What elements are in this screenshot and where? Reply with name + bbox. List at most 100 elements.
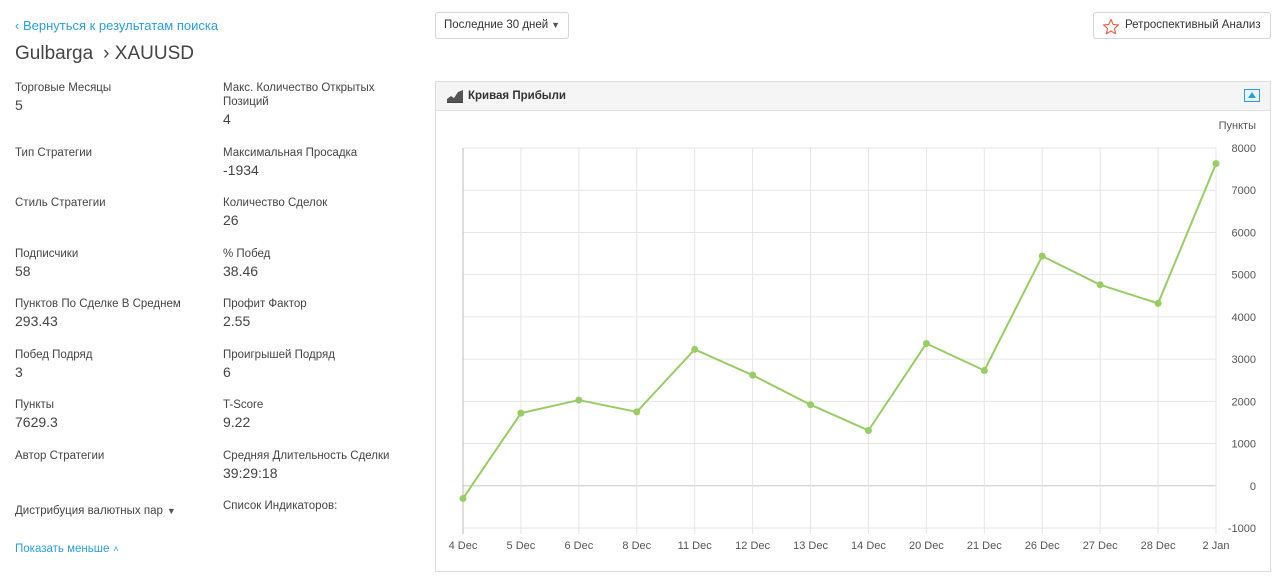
x-tick-label: 26 Dec xyxy=(1025,540,1060,552)
y-tick-label: 5000 xyxy=(1232,270,1256,282)
stat-value: 4 xyxy=(223,111,231,127)
stat-trading-months: Торговые Месяцы 5 xyxy=(15,81,195,113)
stat-label: Побед Подряд xyxy=(15,349,93,361)
y-tick-label: 3000 xyxy=(1232,354,1256,366)
profit-chart: 8000 7000 6000 5000 4000 3000 2000 1000 0 -1000 4 … xyxy=(449,120,1256,552)
stat-profit-factor: Профит Фактор 2.55 xyxy=(223,297,403,329)
show-less-label: Показать меньше xyxy=(15,543,110,555)
stat-value: -1934 xyxy=(223,162,259,178)
data-point xyxy=(633,408,641,416)
stat-label: Стиль Стратегии xyxy=(15,197,106,209)
y-tick-label: -1000 xyxy=(1228,523,1256,535)
x-tick-label: 21 Dec xyxy=(967,540,1002,552)
stat-value: 38.46 xyxy=(223,263,259,279)
provider-name[interactable]: Gulbarga xyxy=(15,43,93,64)
data-point xyxy=(1038,252,1046,260)
stat-label: % Побед xyxy=(223,248,271,260)
stat-avg-points-per-trade: Пунктов По Сделке В Среднем 293.43 xyxy=(15,297,195,329)
data-point xyxy=(749,371,757,379)
stat-label: Проигрышей Подряд xyxy=(223,349,335,361)
profit-curve-panel: Кривая Прибыли 8000 7000 6000 5000 4000 3000 2… xyxy=(435,81,1271,572)
x-tick-label: 20 Dec xyxy=(909,540,944,552)
stat-strategy-style: Стиль Стратегии xyxy=(15,196,195,212)
data-point xyxy=(980,367,988,375)
stat-label: Тип Стратегии xyxy=(15,147,93,159)
data-point xyxy=(864,426,872,434)
y-axis-label: Пункты xyxy=(1219,120,1256,132)
x-tick-label: 11 Dec xyxy=(678,540,713,552)
y-tick-label: 0 xyxy=(1250,481,1256,493)
stat-consecutive-wins: Побед Подряд 3 xyxy=(15,348,195,380)
stat-avg-trade-duration: Средняя Длительность Сделки 39:29:18 xyxy=(223,449,403,481)
stat-value: 39:29:18 xyxy=(223,465,278,481)
symbol-name: › XAUUSD xyxy=(103,43,194,64)
stat-value: 58 xyxy=(15,263,31,279)
x-tick-label: 8 Dec xyxy=(622,540,651,552)
stat-max-open-positions: Макс. Количество Открытых Позиций 4 xyxy=(223,81,403,127)
profit-series-line xyxy=(462,163,1217,500)
chevron-up-icon: ˄ xyxy=(113,544,119,554)
period-select-value: Последние 30 дней xyxy=(444,19,549,31)
stat-label: Автор Стратегии xyxy=(15,450,105,462)
indicators-label: Список Индикаторов: xyxy=(223,500,338,512)
x-tick-label: 14 Dec xyxy=(851,540,886,552)
stat-consecutive-losses: Проигрышей Подряд 6 xyxy=(223,348,403,380)
stat-t-score: T-Score 9.22 xyxy=(223,398,403,430)
x-tick-label: 4 Dec xyxy=(449,540,478,552)
stat-label: Максимальная Просадка xyxy=(223,147,358,159)
period-select[interactable]: Последние 30 дней ▼ xyxy=(435,12,569,39)
currency-distribution-toggle[interactable]: Дистрибуция валютных пар ▼ xyxy=(15,505,176,517)
stat-strategy-type: Тип Стратегии xyxy=(15,146,195,162)
data-point xyxy=(1212,160,1220,168)
stat-value: 2.55 xyxy=(223,313,251,329)
show-less-link[interactable]: Показать меньше ˄ xyxy=(15,543,119,555)
panel-title: Кривая Прибыли xyxy=(468,90,566,102)
data-point xyxy=(807,401,815,409)
x-tick-label: 27 Dec xyxy=(1083,540,1118,552)
panel-header: Кривая Прибыли xyxy=(436,82,1270,111)
y-tick-label: 2000 xyxy=(1232,396,1256,408)
data-point xyxy=(1096,281,1104,289)
x-tick-label: 5 Dec xyxy=(507,540,536,552)
x-tick-label: 12 Dec xyxy=(735,540,770,552)
stat-value: 6 xyxy=(223,364,231,380)
stat-label: Профит Фактор xyxy=(223,298,307,310)
stat-strategy-author: Автор Стратегии xyxy=(15,449,195,465)
x-tick-label: 13 Dec xyxy=(793,540,828,552)
stat-win-percent: % Побед 38.46 xyxy=(223,247,403,279)
y-tick-label: 6000 xyxy=(1232,227,1256,239)
y-tick-label: 8000 xyxy=(1232,143,1256,155)
stat-points: Пункты 7629.3 xyxy=(15,398,195,430)
stat-trade-count: Количество Сделок 26 xyxy=(223,196,403,228)
data-point xyxy=(459,494,467,502)
retrospective-analysis-label: Ретроспективный Анализ xyxy=(1125,19,1261,31)
back-to-results-link[interactable]: ‹ Вернуться к результатам поиска xyxy=(15,18,218,33)
stat-subscribers: Подписчики 58 xyxy=(15,247,195,279)
caret-down-icon: ▼ xyxy=(166,506,176,516)
stat-label: Пунктов По Сделке В Среднем xyxy=(15,298,181,310)
x-tick-label: 28 Dec xyxy=(1141,540,1176,552)
retrospective-analysis-button[interactable]: Ретроспективный Анализ xyxy=(1093,12,1271,39)
data-point xyxy=(517,409,525,417)
x-tick-label: 6 Dec xyxy=(564,540,593,552)
y-tick-label: 4000 xyxy=(1232,312,1256,324)
stat-max-drawdown: Максимальная Просадка -1934 xyxy=(223,146,403,178)
stat-value: 26 xyxy=(223,212,239,228)
stat-label: Подписчики xyxy=(15,248,79,260)
data-point xyxy=(575,396,583,404)
data-point xyxy=(922,339,930,347)
stat-label: Макс. Количество Открытых Позиций xyxy=(223,82,375,108)
stat-value: 293.43 xyxy=(15,313,58,329)
stat-label: T-Score xyxy=(223,399,264,411)
stat-value: 7629.3 xyxy=(15,414,58,430)
breadcrumb: Gulbarga › XAUUSD xyxy=(15,43,194,65)
area-chart-icon xyxy=(447,90,463,103)
stat-value: 3 xyxy=(15,364,23,380)
y-tick-label: 7000 xyxy=(1232,185,1256,197)
y-tick-label: 1000 xyxy=(1232,439,1256,451)
stat-label: Количество Сделок xyxy=(223,197,328,209)
stat-value: 5 xyxy=(15,97,23,113)
collapse-panel-icon[interactable] xyxy=(1244,89,1260,102)
stat-value: 9.22 xyxy=(223,414,251,430)
data-point xyxy=(1154,299,1162,307)
